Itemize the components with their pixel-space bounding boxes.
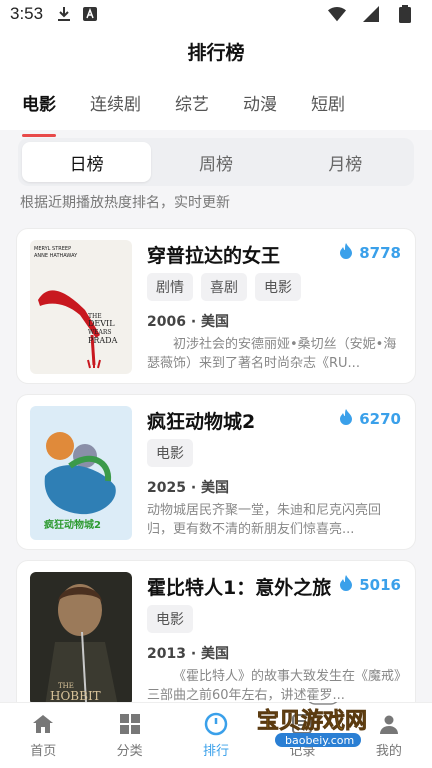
- ranking-icon: [204, 712, 228, 736]
- period-selector: 日榜 周榜 月榜: [18, 138, 414, 186]
- movie-poster[interactable]: 疯狂动物城2: [30, 406, 132, 540]
- year-country: 2006 · 美国: [147, 314, 230, 330]
- ranking-card[interactable]: MERYL STREEP ANNE HATHAWAY THE DEVIL WEA…: [16, 228, 416, 384]
- category-tabs: 电影 连续剧 综艺 动漫 短剧: [0, 74, 432, 130]
- poster-title-word: HOBBIT: [50, 689, 101, 703]
- poster-title-word: WEARS: [88, 329, 112, 336]
- ranking-hint: 根据近期播放热度排名，实时更新: [20, 195, 230, 211]
- synopsis: 动物城居民齐聚一堂，朱迪和尼克闪亮回归，更有数不清的新朋友们惊喜亮...: [147, 503, 382, 537]
- nav-label: 分类: [116, 744, 143, 759]
- heat-value: 5016: [359, 576, 401, 594]
- period-weekly-button[interactable]: 周榜: [151, 142, 280, 182]
- tab-movie[interactable]: 电影: [22, 84, 56, 121]
- heat-score: 6270: [339, 409, 401, 429]
- genre-tag: 电影: [147, 439, 193, 467]
- poster-title: 疯狂动物城2: [44, 518, 101, 531]
- status-bar: 3:53: [0, 0, 432, 28]
- genre-tag: 剧情: [147, 273, 193, 301]
- ranking-card[interactable]: THE HOBBIT 霍比特人1：意外之旅 5016 电影 2013 · 美国 …: [16, 560, 416, 716]
- poster-title-word: DEVIL: [88, 319, 115, 328]
- flame-icon: [339, 409, 353, 429]
- page-title: 排行榜: [187, 41, 245, 64]
- nav-label: 首页: [30, 744, 57, 759]
- tab-anime[interactable]: 动漫: [243, 84, 277, 121]
- tab-variety[interactable]: 综艺: [175, 84, 209, 121]
- svg-text:MERYL STREEP: MERYL STREEP: [34, 246, 71, 252]
- bottom-navigation: 首页 分类 排行 记录 我的: [0, 702, 432, 768]
- history-icon: [292, 714, 313, 734]
- nav-label: 记录: [289, 744, 316, 759]
- genre-tag: 电影: [255, 273, 301, 301]
- period-daily-button[interactable]: 日榜: [22, 142, 152, 182]
- movie-title: 穿普拉达的女王: [147, 245, 281, 267]
- flame-icon: [339, 575, 353, 595]
- tag-list: 剧情 喜剧 电影: [147, 273, 301, 301]
- nav-history[interactable]: 记录: [259, 703, 345, 768]
- nav-home[interactable]: 首页: [0, 703, 86, 768]
- user-icon: [379, 715, 398, 734]
- tag-list: 电影: [147, 605, 193, 633]
- nav-label: 排行: [203, 744, 230, 759]
- period-monthly-button[interactable]: 月榜: [281, 142, 410, 182]
- poster-title-word: PRADA: [88, 336, 118, 345]
- nav-ranking[interactable]: 排行: [173, 703, 259, 768]
- page-header: 排行榜: [0, 28, 432, 74]
- tag-list: 电影: [147, 439, 193, 467]
- status-time: 3:53: [10, 4, 44, 23]
- wifi-icon: [328, 5, 346, 23]
- download-icon: [55, 5, 73, 23]
- nav-profile[interactable]: 我的: [346, 703, 432, 768]
- ranking-card[interactable]: 疯狂动物城2 疯狂动物城2 6270 电影 2025 · 美国 动物城居民齐聚一…: [16, 394, 416, 550]
- movie-poster[interactable]: MERYL STREEP ANNE HATHAWAY THE DEVIL WEA…: [30, 240, 132, 374]
- battery-icon: [396, 5, 414, 23]
- tab-series[interactable]: 连续剧: [90, 84, 141, 121]
- home-icon: [33, 715, 54, 733]
- heat-value: 6270: [359, 410, 401, 428]
- movie-title: 疯狂动物城2: [147, 411, 256, 433]
- year-country: 2013 · 美国: [147, 646, 230, 662]
- flame-icon: [339, 243, 353, 263]
- movie-poster[interactable]: THE HOBBIT: [30, 572, 132, 706]
- heat-value: 8778: [359, 244, 401, 262]
- movie-title: 霍比特人1：意外之旅: [147, 577, 332, 599]
- genre-tag: 电影: [147, 605, 193, 633]
- genre-tag: 喜剧: [201, 273, 247, 301]
- a-notification-icon: [81, 5, 99, 23]
- svg-text:ANNE HATHAWAY: ANNE HATHAWAY: [34, 253, 78, 259]
- heat-score: 5016: [339, 575, 401, 595]
- nav-label: 我的: [375, 744, 402, 759]
- synopsis: 《霍比特人》的故事大致发生在《魔戒》三部曲之前60年左右，讲述霍罗...: [147, 669, 401, 703]
- nav-category[interactable]: 分类: [86, 703, 172, 768]
- signal-icon: [362, 5, 380, 23]
- synopsis: 初涉社会的安德丽娅•桑切丝（安妮•海瑟薇饰）来到了著名时尚杂志《RU...: [147, 337, 397, 371]
- grid-icon: [119, 714, 140, 734]
- year-country: 2025 · 美国: [147, 480, 230, 496]
- tab-short-drama[interactable]: 短剧: [311, 84, 345, 121]
- heat-score: 8778: [339, 243, 401, 263]
